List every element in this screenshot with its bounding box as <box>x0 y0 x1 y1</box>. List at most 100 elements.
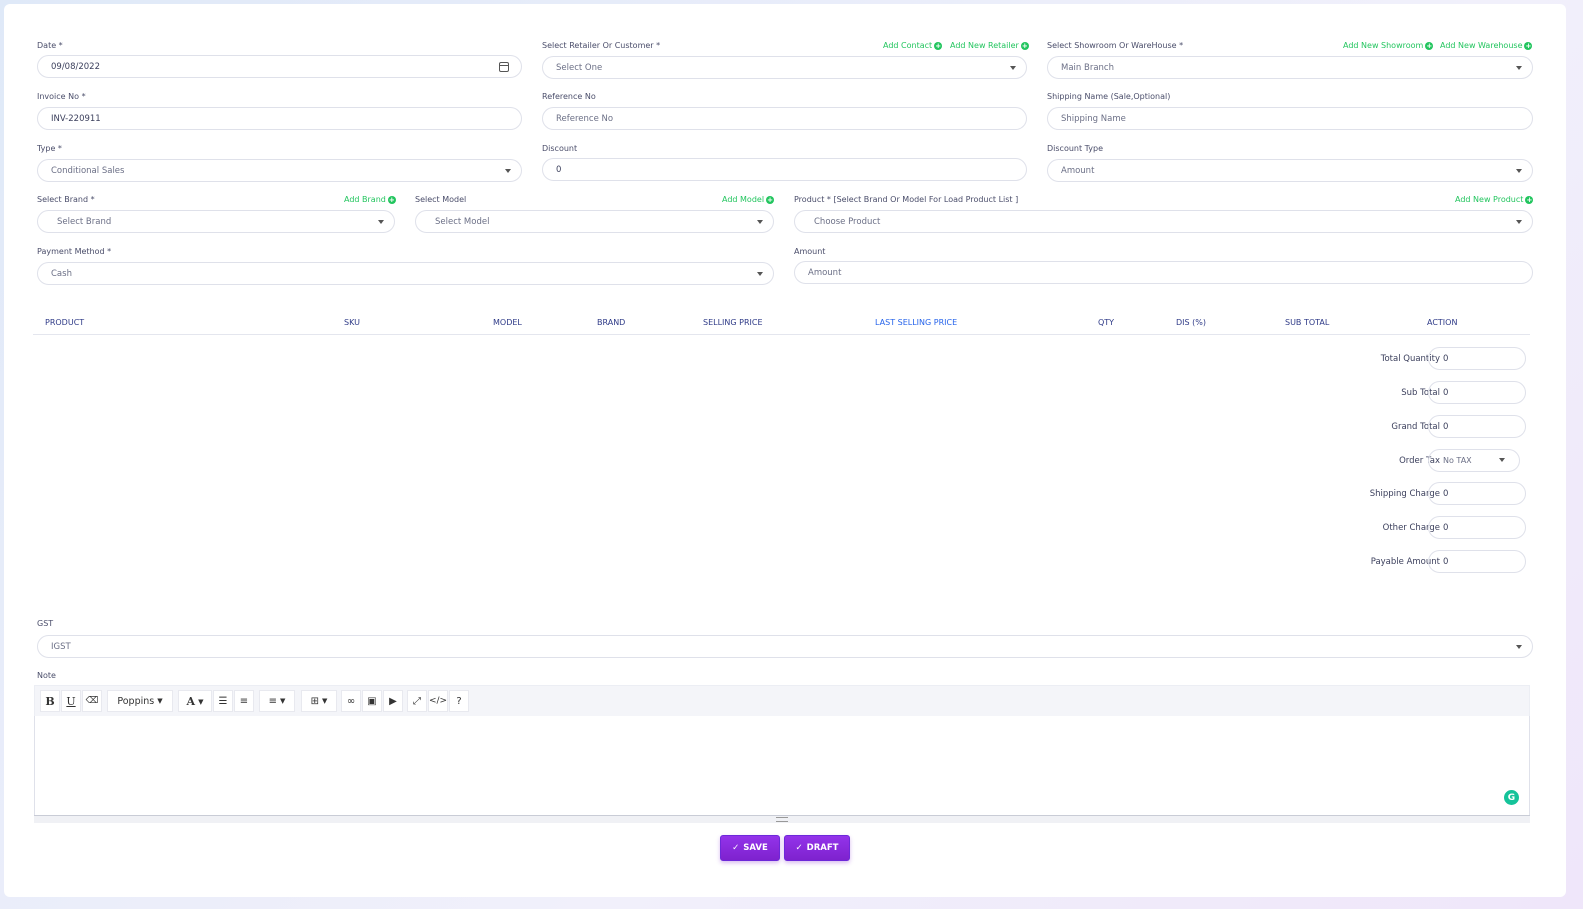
model-select[interactable]: Select Model <box>415 210 774 233</box>
editor-resize-bar[interactable] <box>34 815 1530 823</box>
plus-circle-icon: + <box>387 195 396 204</box>
grammarly-icon[interactable]: G <box>1504 790 1519 805</box>
caret-down-icon: ▼ <box>157 697 163 705</box>
order-tax-label: Order Tax <box>1399 456 1440 466</box>
text-color-button[interactable]: A ▼ <box>178 690 212 712</box>
grand-total-value: 0 <box>1443 421 1449 432</box>
save-button[interactable]: ✓ SAVE <box>720 835 780 861</box>
payment-label: Payment Method * <box>37 247 112 256</box>
payable-amount-input[interactable]: 0 <box>1428 550 1526 573</box>
table-dropdown[interactable]: ⊞ ▼ <box>301 690 337 712</box>
discount-label: Discount <box>542 144 578 153</box>
date-label: Date * <box>37 41 63 50</box>
other-charge-label: Other Charge <box>1382 523 1440 533</box>
help-button[interactable]: ? <box>449 690 469 712</box>
date-input[interactable]: 09/08/2022 <box>37 55 522 78</box>
discount-input[interactable]: 0 <box>542 158 1027 181</box>
bold-button[interactable]: B <box>40 690 60 712</box>
brand-value: Select Brand <box>57 216 112 227</box>
retailer-select[interactable]: Select One <box>542 56 1027 79</box>
fullscreen-icon: ⤢ <box>413 695 421 707</box>
amount-input[interactable]: Amount <box>794 261 1533 284</box>
discount-type-value: Amount <box>1061 165 1095 176</box>
draft-label: DRAFT <box>806 843 839 853</box>
code-view-button[interactable]: </> <box>428 690 448 712</box>
video-icon: ▶ <box>389 695 397 707</box>
brand-select[interactable]: Select Brand <box>37 210 395 233</box>
font-family-dropdown[interactable]: Poppins ▼ <box>107 690 173 712</box>
add-model-text: Add Model <box>722 195 765 204</box>
eraser-button[interactable]: ⌫ <box>82 690 102 712</box>
add-contact-text: Add Contact <box>883 41 933 50</box>
add-product-text: Add New Product <box>1455 195 1524 204</box>
discount-type-label: Discount Type <box>1047 144 1104 153</box>
add-brand-link[interactable]: Add Brand + <box>344 195 396 204</box>
add-showroom-link[interactable]: Add New Showroom + <box>1343 41 1434 50</box>
image-button[interactable]: ▣ <box>362 690 382 712</box>
type-select[interactable]: Conditional Sales <box>37 159 522 182</box>
help-icon: ? <box>456 695 462 707</box>
numbered-list-button[interactable]: ≡ <box>234 690 254 712</box>
add-model-link[interactable]: Add Model + <box>722 195 775 204</box>
col-sub-total: SUB TOTAL <box>1285 318 1330 327</box>
total-quantity-label: Total Quantity <box>1380 354 1440 364</box>
invoice-input[interactable]: INV-220911 <box>37 107 522 130</box>
chevron-down-icon <box>757 220 763 224</box>
underline-icon: U <box>66 694 76 708</box>
other-charge-input[interactable]: 0 <box>1428 516 1526 539</box>
underline-button[interactable]: U <box>61 690 81 712</box>
model-label: Select Model <box>415 195 467 204</box>
invoice-value: INV-220911 <box>51 113 101 124</box>
plus-circle-icon: + <box>934 41 943 50</box>
col-action: ACTION <box>1427 318 1458 327</box>
bullet-list-button[interactable]: ☰ <box>213 690 233 712</box>
payable-amount-value: 0 <box>1443 556 1449 567</box>
shipping-name-label: Shipping Name (Sale,Optional) <box>1047 92 1171 101</box>
add-retailer-link[interactable]: Add New Retailer + <box>950 41 1029 50</box>
reference-input[interactable]: Reference No <box>542 107 1027 130</box>
product-value: Choose Product <box>814 216 881 227</box>
link-button[interactable]: ∞ <box>341 690 361 712</box>
calendar-icon[interactable] <box>499 62 509 72</box>
payment-select[interactable]: Cash <box>37 262 774 285</box>
add-warehouse-link[interactable]: Add New Warehouse + <box>1440 41 1533 50</box>
shipping-name-input[interactable]: Shipping Name <box>1047 107 1533 130</box>
sub-total-input[interactable]: 0 <box>1428 381 1526 404</box>
font-color-icon: A <box>186 694 196 708</box>
note-editor[interactable] <box>34 716 1530 816</box>
chevron-down-icon <box>757 272 763 276</box>
font-name: Poppins <box>117 695 155 707</box>
sub-total-label: Sub Total <box>1401 388 1440 398</box>
code-icon: </> <box>428 696 448 706</box>
check-icon: ✓ <box>795 843 803 853</box>
col-last-selling-price[interactable]: LAST SELLING PRICE <box>875 318 957 327</box>
align-dropdown[interactable]: ≡ ▼ <box>259 690 295 712</box>
check-icon: ✓ <box>732 843 740 853</box>
total-quantity-input[interactable]: 0 <box>1428 347 1526 370</box>
video-button[interactable]: ▶ <box>383 690 403 712</box>
fullscreen-button[interactable]: ⤢ <box>407 690 427 712</box>
add-retailer-text: Add New Retailer <box>950 41 1019 50</box>
order-tax-select[interactable]: No TAX <box>1428 449 1520 472</box>
add-showroom-text: Add New Showroom <box>1343 41 1424 50</box>
product-select[interactable]: Choose Product <box>794 210 1533 233</box>
product-label: Product * [Select Brand Or Model For Loa… <box>794 195 1019 204</box>
add-warehouse-text: Add New Warehouse <box>1440 41 1523 50</box>
draft-button[interactable]: ✓ DRAFT <box>784 835 850 861</box>
gst-select[interactable]: IGST <box>37 635 1533 658</box>
add-product-link[interactable]: Add New Product + <box>1455 195 1534 204</box>
payment-value: Cash <box>51 268 72 279</box>
showroom-label: Select Showroom Or WareHouse * <box>1047 41 1184 50</box>
editor-toolbar: B U ⌫ Poppins ▼ A ▼ ☰ ≡ ≡ ▼ ⊞ ▼ ∞ ▣ ▶ ⤢ </> … <box>34 685 1530 717</box>
amount-label: Amount <box>794 247 826 256</box>
add-contact-link[interactable]: Add Contact + <box>883 41 943 50</box>
showroom-select[interactable]: Main Branch <box>1047 56 1533 79</box>
shipping-charge-input[interactable]: 0 <box>1428 482 1526 505</box>
col-product: PRODUCT <box>45 318 85 327</box>
col-discount: DIS (%) <box>1176 318 1206 327</box>
resize-grip-icon[interactable] <box>776 817 788 822</box>
col-sku: SKU <box>344 318 360 327</box>
discount-type-select[interactable]: Amount <box>1047 159 1533 182</box>
brand-label: Select Brand * <box>37 195 95 204</box>
grand-total-input[interactable]: 0 <box>1428 415 1526 438</box>
